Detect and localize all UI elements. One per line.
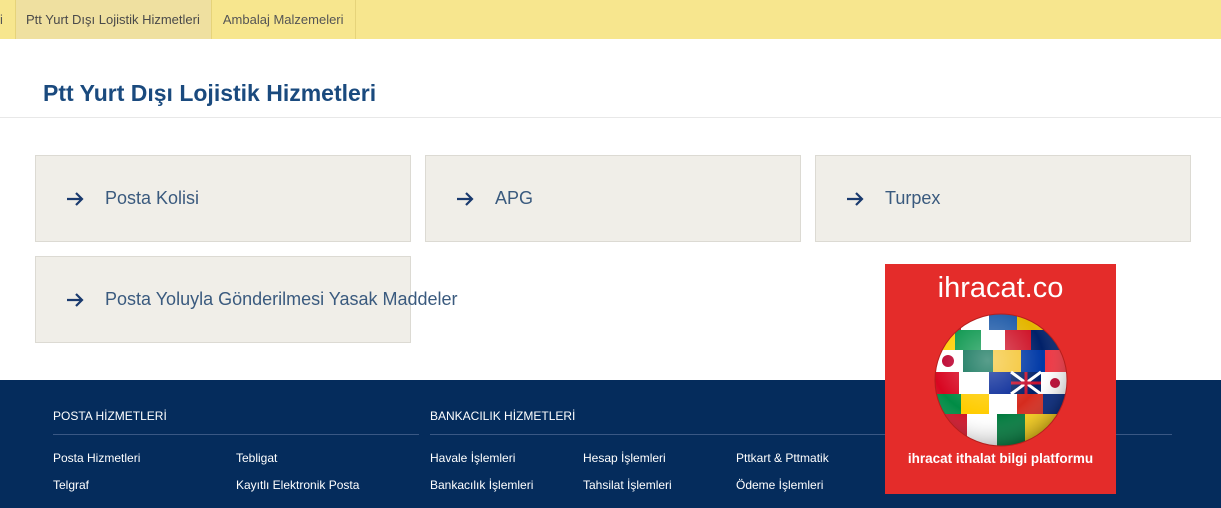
tab-ptt-yurt-disi-lojistik[interactable]: Ptt Yurt Dışı Lojistik Hizmetleri [16,0,212,39]
footer-link[interactable]: Telgraf [53,478,89,492]
card-posta-kolisi[interactable]: Posta Kolisi [35,155,411,242]
tab-label: Ambalaj Malzemeleri [222,12,344,27]
tab-previous-label: i [0,12,3,27]
footer-link[interactable]: Hesap İşlemleri [583,451,666,465]
footer-link[interactable]: Havale İşlemleri [430,451,515,465]
footer-heading-banka: BANKACILIK HİZMETLERİ [430,409,576,423]
footer-divider [53,434,419,435]
footer-link[interactable]: Kayıtlı Elektronik Posta [236,478,359,492]
footer-link[interactable]: Tahsilat İşlemleri [583,478,672,492]
footer-link[interactable]: Ödeme İşlemleri [736,478,823,492]
card-turpex[interactable]: Turpex [815,155,1191,242]
arrow-right-icon [457,191,474,206]
tab-previous[interactable]: i [0,0,16,39]
card-label: Posta Yoluyla Gönderilmesi Yasak Maddele… [105,289,458,309]
top-nav-bar: i Ptt Yurt Dışı Lojistik Hizmetleri Amba… [0,0,1221,39]
footer-link[interactable]: Tebligat [236,451,277,465]
page-title: Ptt Yurt Dışı Lojistik Hizmetleri [43,80,377,106]
tab-ambalaj-malzemeleri[interactable]: Ambalaj Malzemeleri [212,0,356,39]
card-label: APG [495,188,534,208]
card-label: Posta Kolisi [105,188,200,208]
tab-label: Ptt Yurt Dışı Lojistik Hizmetleri [26,12,200,27]
title-divider [0,117,1221,118]
footer-heading-posta: POSTA HİZMETLERİ [53,409,167,423]
ihracat-ad-banner[interactable]: ihracat.co ihracat ithalat bilgi platfor… [885,264,1116,494]
arrow-right-icon [67,191,84,206]
card-apg[interactable]: APG [425,155,801,242]
ad-title: ihracat.co [937,272,1064,304]
card-label: Turpex [885,188,941,208]
footer-link[interactable]: Posta Hizmetleri [53,451,140,465]
arrow-right-icon [67,292,84,307]
footer-link[interactable]: Pttkart & Pttmatik [736,451,829,465]
flag-globe-icon [934,313,1068,447]
card-yasak-maddeler[interactable]: Posta Yoluyla Gönderilmesi Yasak Maddele… [35,256,458,343]
footer-link[interactable]: Bankacılık İşlemleri [430,478,533,492]
arrow-right-icon [847,191,864,206]
ad-subtitle: ihracat ithalat bilgi platformu [907,451,1094,466]
